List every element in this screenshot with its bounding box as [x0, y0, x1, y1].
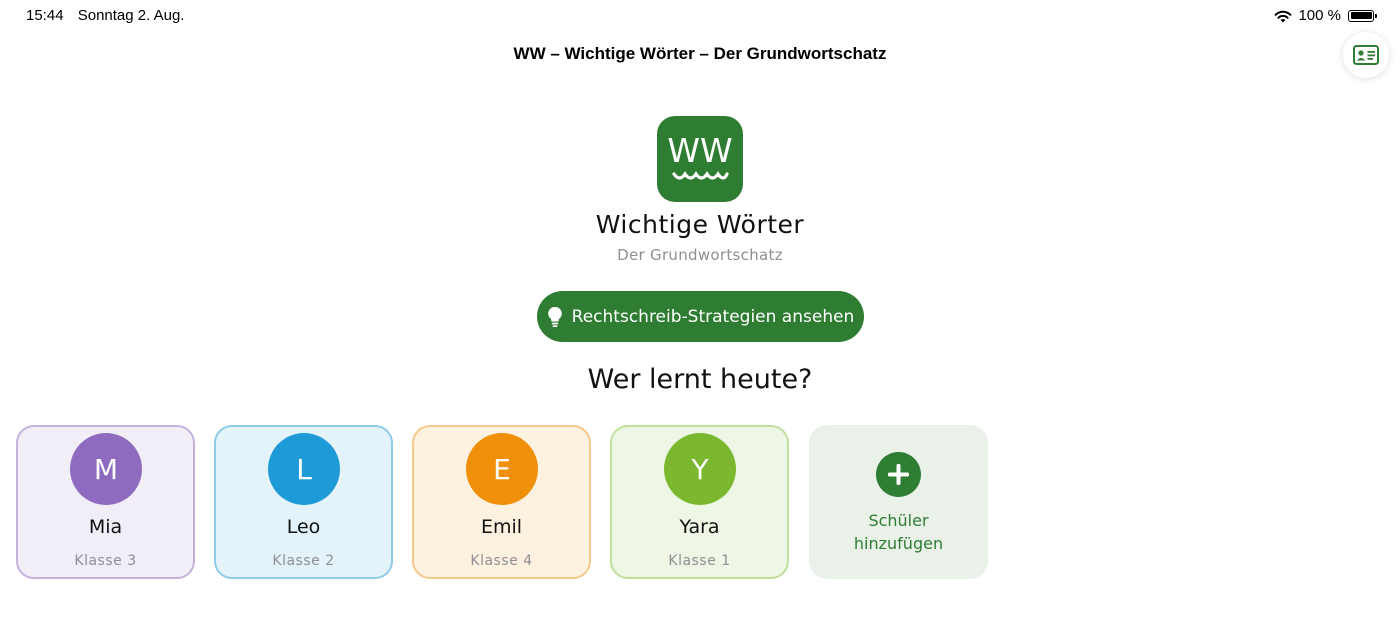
- student-card-yara[interactable]: Y Yara Klasse 1: [610, 425, 789, 579]
- app-subtitle: Der Grundwortschatz: [617, 246, 783, 264]
- status-bar-right: 100 %: [1274, 7, 1377, 24]
- battery-percentage: 100 %: [1298, 7, 1341, 24]
- who-is-learning-heading: Wer lernt heute?: [587, 364, 813, 395]
- status-date: Sonntag 2. Aug.: [77, 7, 185, 24]
- student-class: Klasse 4: [470, 553, 533, 569]
- battery-icon: [1348, 9, 1377, 22]
- avatar: E: [466, 433, 538, 505]
- student-card-leo[interactable]: L Leo Klasse 2: [214, 425, 393, 579]
- student-name: Emil: [480, 516, 523, 538]
- student-card-emil[interactable]: E Emil Klasse 4: [412, 425, 591, 579]
- spelling-strategies-button[interactable]: Rechtschreib-Strategien ansehen: [537, 291, 864, 342]
- profile-button[interactable]: [1343, 32, 1389, 78]
- avatar: M: [70, 433, 142, 505]
- student-card-mia[interactable]: M Mia Klasse 3: [16, 425, 195, 579]
- logo-text: WW: [667, 131, 732, 170]
- student-class: Klasse 1: [668, 553, 731, 569]
- student-class: Klasse 2: [272, 553, 335, 569]
- status-bar-left: 15:44 Sonntag 2. Aug.: [26, 7, 194, 24]
- student-name: Leo: [286, 516, 321, 538]
- id-card-icon: [1353, 45, 1379, 65]
- add-student-label-line1: Schüler: [868, 511, 929, 530]
- page-title: WW – Wichtige Wörter – Der Grundwortscha…: [513, 44, 887, 63]
- ww-logo-icon: WW: [667, 131, 733, 180]
- add-student-label-line2: hinzufügen: [853, 534, 944, 553]
- app-name: Wichtige Wörter: [595, 210, 805, 239]
- avatar: Y: [664, 433, 736, 505]
- student-name: Yara: [679, 516, 720, 538]
- student-class: Klasse 3: [74, 553, 137, 569]
- status-time: 15:44: [26, 7, 64, 24]
- app-logo: WW: [657, 116, 743, 202]
- add-student-label: Schüler hinzufügen: [809, 509, 988, 555]
- avatar: L: [268, 433, 340, 505]
- add-student-button[interactable]: Schüler hinzufügen: [809, 425, 988, 579]
- student-name: Mia: [88, 516, 123, 538]
- lightbulb-icon: [547, 306, 562, 327]
- wifi-icon: [1275, 10, 1292, 22]
- plus-icon: [876, 452, 921, 497]
- spelling-strategies-label: Rechtschreib-Strategien ansehen: [571, 306, 855, 327]
